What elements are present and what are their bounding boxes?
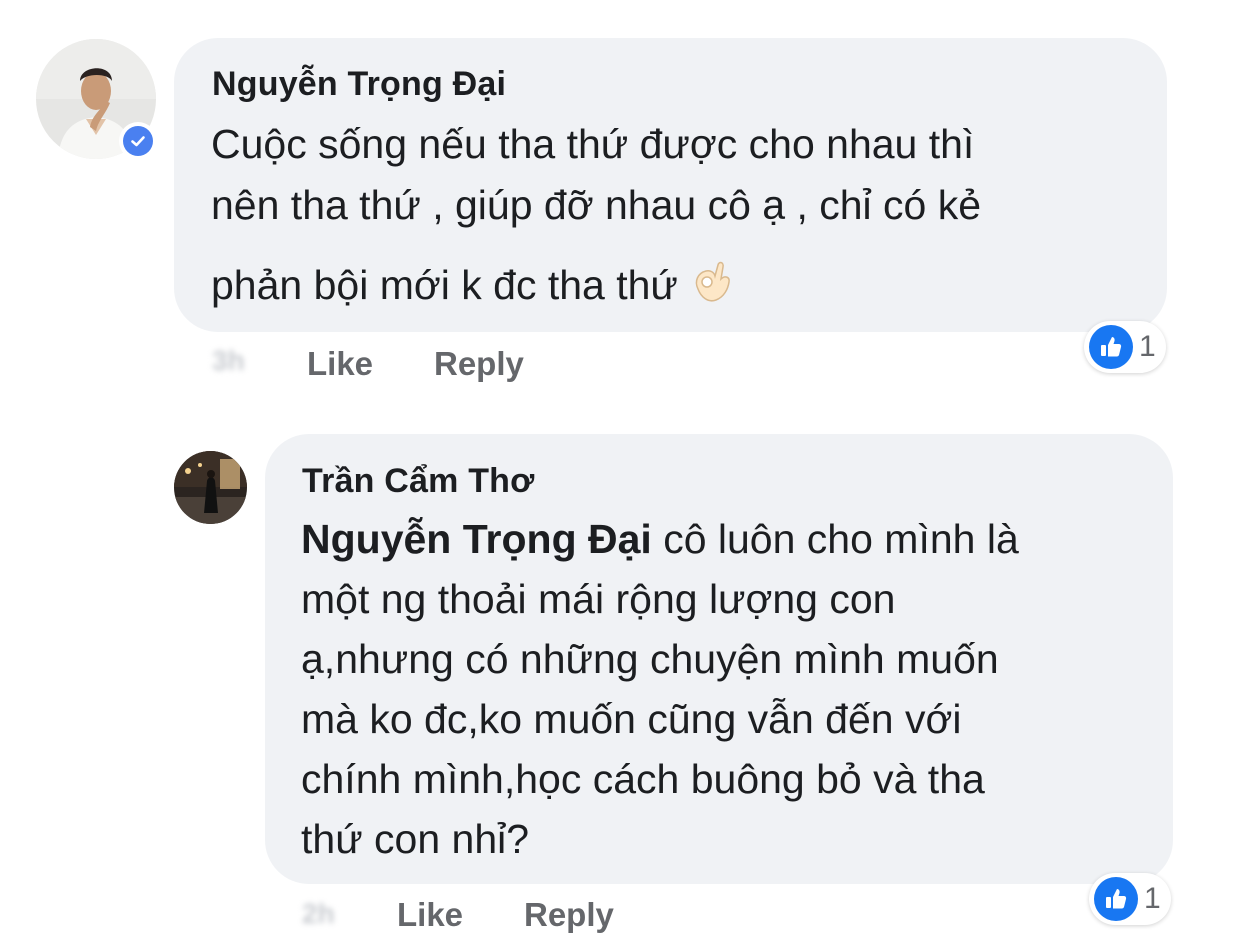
reply-button[interactable]: Reply <box>434 345 524 383</box>
comment-line-text: cô luôn cho mình là <box>651 516 1019 562</box>
comment-timestamp[interactable]: 2h <box>302 898 335 930</box>
comment-author[interactable]: Trần Cẩm Thơ <box>302 462 535 501</box>
comment-line: thứ con nhỉ? <box>301 816 530 862</box>
verified-badge-icon <box>119 122 157 160</box>
comment-timestamp[interactable]: 3h <box>212 345 245 377</box>
like-button[interactable]: Like <box>397 896 463 934</box>
reaction-count: 1 <box>1139 330 1156 363</box>
reaction-summary[interactable]: 1 <box>1084 321 1166 373</box>
reaction-summary[interactable]: 1 <box>1089 873 1171 925</box>
comment-line: phản bội mới k đc tha thứ <box>211 259 736 312</box>
comment-line-text: phản bội mới k đc tha thứ <box>211 262 678 308</box>
avatar[interactable] <box>174 451 247 524</box>
comment-author[interactable]: Nguyễn Trọng Đại <box>212 65 506 104</box>
ok-hand-emoji-icon <box>688 259 736 312</box>
comment-line: ạ,nhưng có những chuyện mình muốn <box>301 636 999 682</box>
comment-line: nên tha thứ , giúp đỡ nhau cô ạ , chỉ có… <box>211 182 982 228</box>
reply-button[interactable]: Reply <box>524 896 614 934</box>
comment-line: Nguyễn Trọng Đại cô luôn cho mình là <box>301 519 1019 560</box>
comment-line: mà ko đc,ko muốn cũng vẫn đến với <box>301 696 962 742</box>
like-button[interactable]: Like <box>307 345 373 383</box>
comment-line: Cuộc sống nếu tha thứ được cho nhau thì <box>211 121 975 167</box>
mention-link[interactable]: Nguyễn Trọng Đại <box>301 516 652 562</box>
comment-line: chính mình,học cách buông bỏ và tha <box>301 756 985 802</box>
comment-line: một ng thoải mái rộng lượng con <box>301 576 896 622</box>
thumbs-up-icon <box>1089 325 1133 369</box>
reaction-count: 1 <box>1144 882 1161 915</box>
thumbs-up-icon <box>1094 877 1138 921</box>
